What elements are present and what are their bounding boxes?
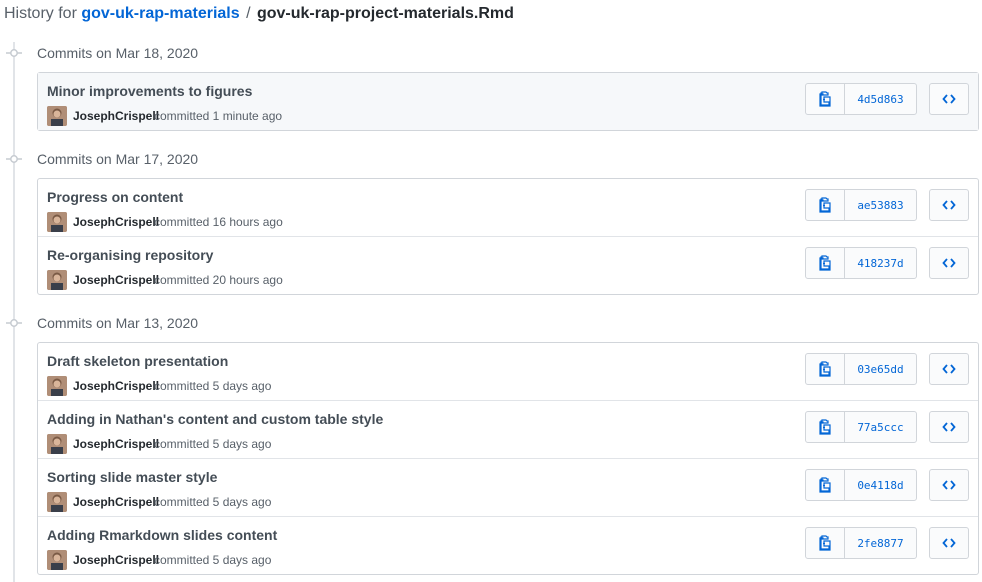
commit-message[interactable]: Draft skeleton presentation [47,353,228,369]
commit-sha-link[interactable]: 0e4118d [845,470,916,500]
commit-group-title: Commits on Mar 13, 2020 [37,315,199,331]
sha-button-group: 77a5ccc [805,411,917,443]
avatar[interactable] [47,550,67,570]
clippy-icon [819,197,831,213]
sha-button-group: 2fe8877 [805,527,917,559]
clippy-icon [819,91,831,107]
commit-time: committed 20 hours ago [154,273,283,287]
browse-repo-button[interactable] [929,83,969,115]
commit-sha-link[interactable]: 03e65dd [845,354,916,384]
avatar[interactable] [47,376,67,396]
commit-author[interactable]: JosephCrispell [73,273,159,287]
copy-sha-button[interactable] [806,248,845,278]
clippy-icon [819,255,831,271]
commit-list: Progress on content JosephCrispell commi… [37,178,979,295]
commit-sha-link[interactable]: ae53883 [845,190,916,220]
commit-row: Re-organising repository JosephCrispell … [38,236,978,294]
clippy-icon [819,477,831,493]
timeline-line [13,42,15,582]
sha-button-group: ae53883 [805,189,917,221]
commit-author[interactable]: JosephCrispell [73,109,159,123]
commit-group-title: Commits on Mar 17, 2020 [37,151,199,167]
copy-sha-button[interactable] [806,354,845,384]
commit-time: committed 5 days ago [154,437,272,451]
repo-link[interactable]: gov-uk-rap-materials [81,5,239,22]
avatar[interactable] [47,106,67,126]
browse-repo-button[interactable] [929,353,969,385]
browse-repo-button[interactable] [929,189,969,221]
commit-time: committed 5 days ago [154,553,272,567]
clippy-icon [819,535,831,551]
git-commit-icon [6,155,22,163]
commit-list: Draft skeleton presentation JosephCrispe… [37,342,979,575]
commit-author[interactable]: JosephCrispell [73,437,159,451]
page-header: History for gov-uk-rap-materials / gov-u… [4,4,514,24]
commit-row: Sorting slide master style JosephCrispel… [38,458,978,516]
commit-message[interactable]: Adding Rmarkdown slides content [47,527,277,543]
avatar[interactable] [47,434,67,454]
copy-sha-button[interactable] [806,84,845,114]
commit-list: Minor improvements to figures JosephCris… [37,72,979,131]
code-icon [942,538,956,548]
copy-sha-button[interactable] [806,528,845,558]
commit-sha-link[interactable]: 418237d [845,248,916,278]
commit-time: committed 1 minute ago [154,109,283,123]
code-icon [942,94,956,104]
code-icon [942,258,956,268]
sha-button-group: 418237d [805,247,917,279]
avatar[interactable] [47,270,67,290]
commit-row: Adding Rmarkdown slides content JosephCr… [38,516,978,574]
commit-message[interactable]: Adding in Nathan's content and custom ta… [47,411,383,427]
path-separator: / [246,5,251,22]
commit-sha-link[interactable]: 4d5d863 [845,84,916,114]
code-icon [942,480,956,490]
code-icon [942,422,956,432]
commit-row: Draft skeleton presentation JosephCrispe… [38,343,978,400]
commit-author[interactable]: JosephCrispell [73,215,159,229]
code-icon [942,364,956,374]
avatar[interactable] [47,212,67,232]
browse-repo-button[interactable] [929,411,969,443]
clippy-icon [819,419,831,435]
copy-sha-button[interactable] [806,412,845,442]
commit-author[interactable]: JosephCrispell [73,553,159,567]
git-commit-icon [6,319,22,327]
commit-row: Adding in Nathan's content and custom ta… [38,400,978,458]
browse-repo-button[interactable] [929,527,969,559]
browse-repo-button[interactable] [929,469,969,501]
commit-row: Minor improvements to figures JosephCris… [38,73,978,130]
avatar[interactable] [47,492,67,512]
sha-button-group: 0e4118d [805,469,917,501]
copy-sha-button[interactable] [806,470,845,500]
clippy-icon [819,361,831,377]
git-commit-icon [6,49,22,57]
commit-message[interactable]: Minor improvements to figures [47,83,252,99]
code-icon [942,200,956,210]
commit-time: committed 16 hours ago [154,215,283,229]
commit-time: committed 5 days ago [154,379,272,393]
sha-button-group: 4d5d863 [805,83,917,115]
file-name: gov-uk-rap-project-materials.Rmd [256,5,514,22]
commit-message[interactable]: Sorting slide master style [47,469,217,485]
history-prefix: History for [4,5,77,22]
commit-author[interactable]: JosephCrispell [73,379,159,393]
commit-sha-link[interactable]: 2fe8877 [845,528,916,558]
browse-repo-button[interactable] [929,247,969,279]
commit-group-title: Commits on Mar 18, 2020 [37,45,199,61]
commit-row: Progress on content JosephCrispell commi… [38,179,978,236]
commit-message[interactable]: Progress on content [47,189,183,205]
copy-sha-button[interactable] [806,190,845,220]
commit-time: committed 5 days ago [154,495,272,509]
commit-author[interactable]: JosephCrispell [73,495,159,509]
sha-button-group: 03e65dd [805,353,917,385]
commit-sha-link[interactable]: 77a5ccc [845,412,916,442]
commit-message[interactable]: Re-organising repository [47,247,213,263]
